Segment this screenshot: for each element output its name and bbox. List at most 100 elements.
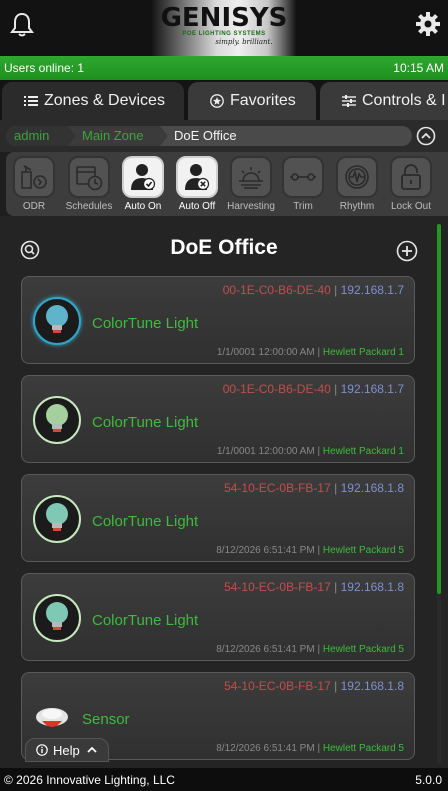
- trim-button[interactable]: [282, 156, 324, 198]
- zoom-icon[interactable]: [20, 240, 40, 260]
- sliders-icon: [342, 95, 356, 107]
- rhythm-icon: [345, 165, 369, 189]
- bulb-icon: [33, 297, 81, 345]
- version: 5.0.0: [415, 773, 442, 787]
- device-ip: 192.168.1.8: [340, 580, 404, 594]
- breadcrumb-admin[interactable]: admin: [6, 126, 76, 146]
- gear-icon[interactable]: [414, 10, 442, 38]
- tool-auto-on[interactable]: Auto On: [118, 156, 168, 214]
- tool-odr[interactable]: ODR: [9, 156, 59, 214]
- star-icon: [210, 94, 224, 108]
- device-mac: 54-10-EC-0B-FB-17: [224, 481, 331, 495]
- device-date: 8/12/2026 6:51:41 PM: [216, 644, 315, 655]
- auto-off-button[interactable]: [176, 156, 218, 198]
- tab-favorites-label: Favorites: [230, 92, 296, 109]
- tool-lock-out[interactable]: Lock Out: [386, 156, 436, 214]
- sensor-icon: [36, 708, 68, 727]
- device-address: 00-1E-C0-B6-DE-40 | 192.168.1.7: [222, 382, 404, 396]
- zone-title-row: DoE Office: [0, 236, 448, 266]
- device-address: 54-10-EC-0B-FB-17 | 192.168.1.8: [224, 679, 404, 693]
- tool-auto-on-label: Auto On: [124, 201, 162, 212]
- device-name: ColorTune Light: [92, 513, 199, 530]
- bulb-icon: [33, 594, 81, 642]
- device-mac: 54-10-EC-0B-FB-17: [224, 679, 331, 693]
- help-label: Help: [53, 742, 80, 758]
- breadcrumb-row: admin Main Zone DoE Office: [0, 120, 448, 152]
- chevron-up-icon[interactable]: [416, 126, 436, 146]
- tab-bar: Zones & Devices Favorites Controls & I: [0, 80, 448, 120]
- odr-icon: [21, 165, 47, 189]
- device-switch: Hewlett Packard 1: [322, 347, 404, 358]
- copyright: © 2026 Innovative Lighting, LLC: [4, 773, 175, 787]
- logo: GENISYS POE LIGHTING SYSTEMS simply. bri…: [152, 0, 296, 56]
- tab-controls[interactable]: Controls & I: [320, 82, 448, 120]
- device-meta: 8/12/2026 6:51:41 PM | Hewlett Packard 5: [216, 545, 404, 556]
- zone-title: DoE Office: [170, 236, 278, 259]
- device-switch: Hewlett Packard 5: [322, 545, 404, 556]
- device-list-panel: DoE Office 00-1E-C0-B6-DE-40 | 192.168.1…: [0, 216, 448, 768]
- device-card[interactable]: 54-10-EC-0B-FB-17 | 192.168.1.8 ColorTun…: [21, 573, 415, 661]
- lock-out-button[interactable]: [390, 156, 432, 198]
- device-mac: 00-1E-C0-B6-DE-40: [222, 382, 331, 396]
- device-meta: 8/12/2026 6:51:41 PM | Hewlett Packard 5: [216, 743, 404, 754]
- device-meta: 1/1/0001 12:00:00 AM | Hewlett Packard 1: [216, 446, 404, 457]
- tab-favorites[interactable]: Favorites: [188, 82, 316, 120]
- tool-auto-off[interactable]: Auto Off: [172, 156, 222, 214]
- tool-trim-label: Trim: [293, 201, 313, 212]
- device-date: 8/12/2026 6:51:41 PM: [216, 545, 315, 556]
- tool-schedules[interactable]: Schedules: [64, 156, 114, 214]
- device-switch: Hewlett Packard 5: [322, 743, 404, 754]
- auto-on-button[interactable]: [122, 156, 164, 198]
- device-card[interactable]: 54-10-EC-0B-FB-17 | 192.168.1.8 ColorTun…: [21, 474, 415, 562]
- device-date: 1/1/0001 12:00:00 AM: [216, 446, 315, 457]
- help-button[interactable]: Help: [25, 738, 109, 762]
- device-mac: 54-10-EC-0B-FB-17: [224, 580, 331, 594]
- footer: © 2026 Innovative Lighting, LLC 5.0.0: [0, 768, 448, 791]
- calendar-clock-icon: [76, 166, 103, 191]
- tab-zones-devices-label: Zones & Devices: [44, 92, 165, 109]
- schedules-button[interactable]: [68, 156, 110, 198]
- breadcrumb-main-zone[interactable]: Main Zone: [68, 126, 168, 146]
- tool-schedules-label: Schedules: [65, 201, 113, 212]
- device-card[interactable]: 00-1E-C0-B6-DE-40 | 192.168.1.7 ColorTun…: [21, 276, 415, 364]
- device-address: 54-10-EC-0B-FB-17 | 192.168.1.8: [224, 481, 404, 495]
- chevron-up-icon: [87, 746, 97, 753]
- tool-harvesting[interactable]: Harvesting: [226, 156, 276, 214]
- logo-text: GENISYS: [160, 3, 288, 33]
- bulb-icon: [33, 396, 81, 444]
- device-name: ColorTune Light: [92, 612, 199, 629]
- info-icon: [36, 744, 48, 756]
- breadcrumb: admin Main Zone DoE Office: [6, 126, 412, 146]
- plus-circle-icon[interactable]: [396, 240, 418, 262]
- device-name: ColorTune Light: [92, 315, 199, 332]
- tool-auto-off-label: Auto Off: [178, 201, 216, 212]
- scrollbar-thumb[interactable]: [437, 224, 441, 594]
- harvesting-button[interactable]: [230, 156, 272, 198]
- device-date: 1/1/0001 12:00:00 AM: [216, 347, 315, 358]
- lock-icon: [401, 164, 421, 190]
- breadcrumb-current: DoE Office: [174, 128, 237, 143]
- person-check-icon: [131, 164, 156, 191]
- sun-icon: [239, 167, 263, 189]
- bell-icon[interactable]: [8, 10, 36, 38]
- device-switch: Hewlett Packard 5: [322, 644, 404, 655]
- tab-controls-label: Controls & I: [362, 92, 446, 109]
- list-icon: [24, 96, 38, 106]
- device-address: 00-1E-C0-B6-DE-40 | 192.168.1.7: [222, 283, 404, 297]
- device-address: 54-10-EC-0B-FB-17 | 192.168.1.8: [224, 580, 404, 594]
- tool-rhythm-label: Rhythm: [339, 201, 375, 212]
- person-x-icon: [185, 164, 210, 191]
- logo-subtitle: POE LIGHTING SYSTEMS: [182, 31, 266, 37]
- tool-rhythm[interactable]: Rhythm: [332, 156, 382, 214]
- tool-trim[interactable]: Trim: [278, 156, 328, 214]
- tab-zones-devices[interactable]: Zones & Devices: [2, 82, 184, 120]
- zone-toolbar: ODR Schedules Auto On Auto Off Harvestin…: [6, 152, 448, 216]
- device-name: Sensor: [82, 711, 130, 728]
- rhythm-button[interactable]: [336, 156, 378, 198]
- device-date: 8/12/2026 6:51:41 PM: [216, 743, 315, 754]
- odr-button[interactable]: [13, 156, 55, 198]
- device-card[interactable]: 00-1E-C0-B6-DE-40 | 192.168.1.7 ColorTun…: [21, 375, 415, 463]
- tool-odr-label: ODR: [22, 201, 46, 212]
- tool-harvesting-label: Harvesting: [227, 201, 275, 212]
- device-ip: 192.168.1.7: [340, 283, 404, 297]
